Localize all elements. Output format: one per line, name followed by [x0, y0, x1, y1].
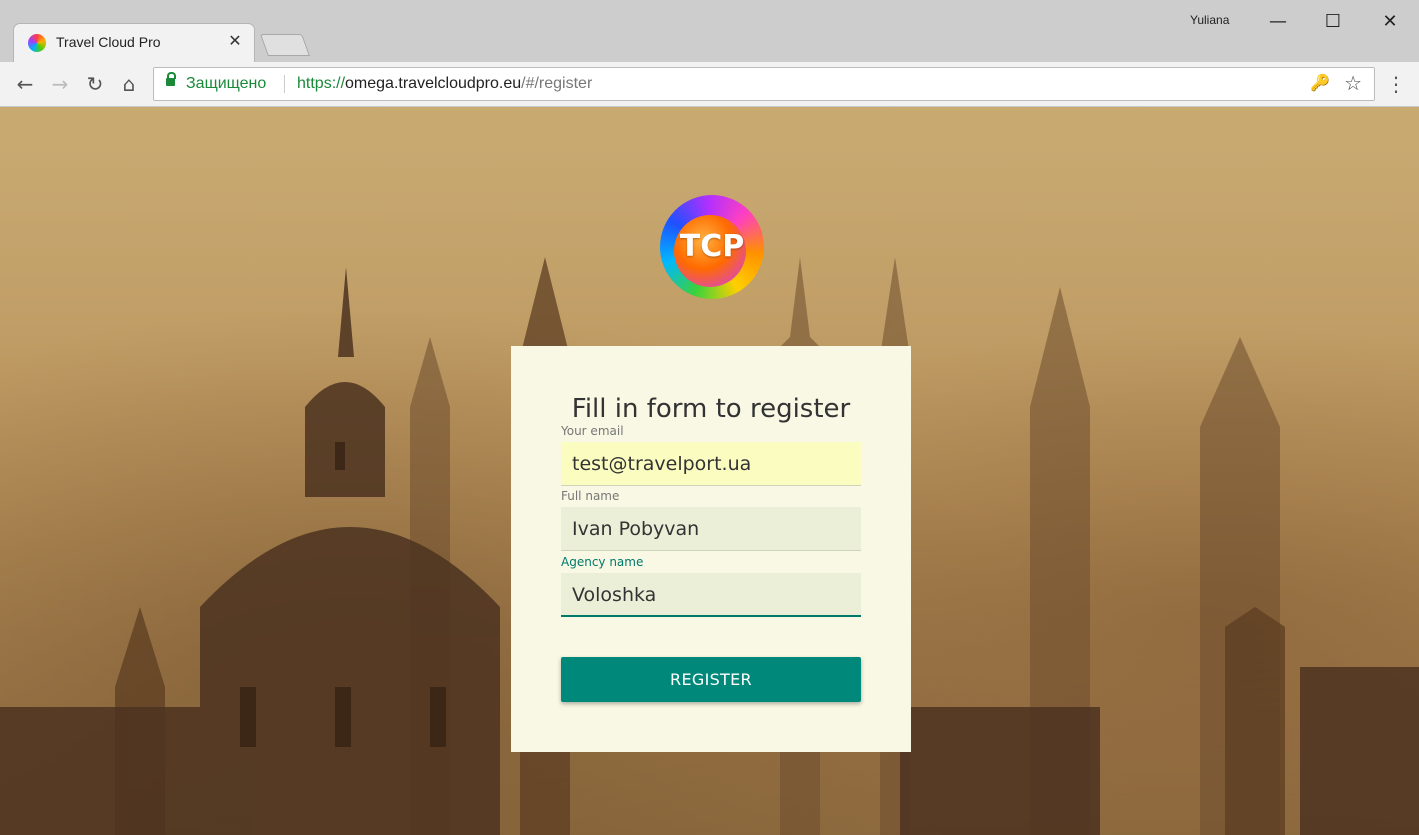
full-name-field[interactable]: Ivan Pobyvan	[561, 507, 861, 551]
reload-icon[interactable]: ↻	[81, 71, 109, 97]
browser-toolbar: ← → ↻ ⌂ Защищено https://omega.travelclo…	[0, 62, 1419, 107]
minimize-button[interactable]: —	[1258, 8, 1298, 36]
full-name-label: Full name	[561, 489, 620, 503]
browser-tab[interactable]: Travel Cloud Pro ✕	[14, 24, 254, 62]
new-tab-button[interactable]	[259, 34, 311, 56]
agency-name-label: Agency name	[561, 555, 644, 569]
email-field[interactable]: test@travelport.ua	[561, 442, 861, 486]
tcp-logo: TCP	[652, 193, 768, 305]
url-path: /#/register	[521, 75, 593, 92]
logo-text: TCP	[679, 229, 745, 264]
url-scheme: https://	[297, 75, 346, 92]
secure-label[interactable]: Защищено	[186, 75, 266, 93]
omnibox-divider	[284, 75, 285, 93]
form-title: Fill in form to register	[571, 394, 851, 424]
email-label: Your email	[561, 424, 624, 438]
maximize-button[interactable]: ☐	[1313, 8, 1353, 36]
tab-title: Travel Cloud Pro	[56, 34, 161, 50]
key-icon[interactable]: 🔑	[1310, 73, 1330, 93]
register-button[interactable]: REGISTER	[561, 657, 861, 702]
address-bar[interactable]: Защищено https://omega.travelcloudpro.eu…	[153, 67, 1375, 101]
browser-menu-icon[interactable]: ⋮	[1384, 71, 1408, 97]
home-icon[interactable]: ⌂	[115, 71, 143, 97]
page-background: TCP Fill in form to register Your email …	[0, 107, 1419, 835]
tcp-favicon-icon	[28, 34, 46, 52]
forward-icon[interactable]: →	[46, 71, 74, 97]
agency-name-field[interactable]: Voloshka	[561, 573, 861, 617]
lock-icon[interactable]	[166, 72, 176, 86]
url-host: omega.travelcloudpro.eu	[345, 75, 522, 92]
url-text[interactable]: https://omega.travelcloudpro.eu/#/regist…	[297, 75, 592, 93]
profile-name[interactable]: Yuliana	[1190, 13, 1229, 27]
browser-titlebar: Travel Cloud Pro ✕ Yuliana — ☐ ✕	[0, 0, 1419, 62]
back-icon[interactable]: ←	[11, 71, 39, 97]
register-form-card: Fill in form to register Your email test…	[511, 346, 911, 752]
bookmark-star-icon[interactable]: ☆	[1344, 71, 1362, 96]
tab-close-icon[interactable]: ✕	[224, 30, 246, 52]
close-window-button[interactable]: ✕	[1370, 8, 1410, 36]
